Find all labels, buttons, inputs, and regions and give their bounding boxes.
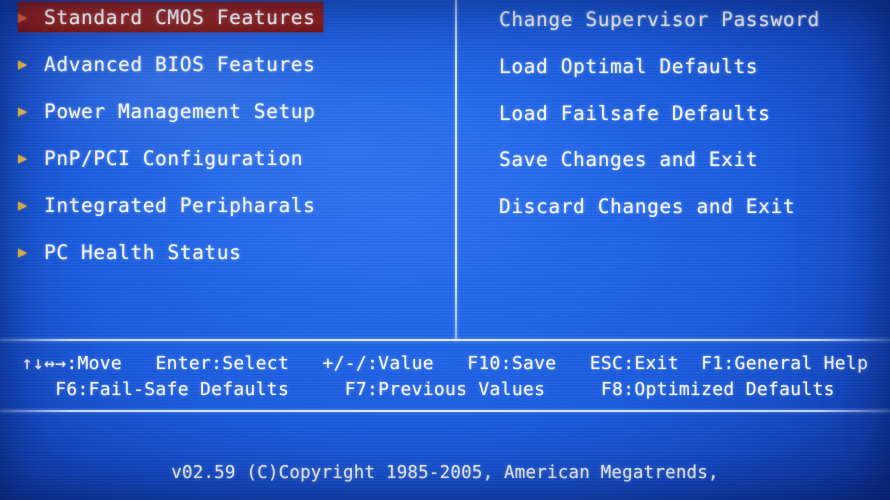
- menu-item-discard-changes-and-exit[interactable]: Discard Changes and Exit: [499, 191, 795, 221]
- menu-item-label: Standard CMOS Features: [44, 5, 316, 29]
- menu-item-load-optimal-defaults[interactable]: Load Optimal Defaults: [499, 51, 758, 81]
- help-line-defaults: F6:Fail-Safe Defaults F7:Previous Values…: [55, 379, 835, 400]
- menu-item-power-management-setup[interactable]: ▶ Power Management Setup: [18, 96, 315, 126]
- menu-item-label: Discard Changes and Exit: [499, 194, 796, 218]
- triangle-right-icon: ▶: [18, 7, 28, 26]
- triangle-right-icon: ▶: [18, 101, 28, 120]
- menu-item-label: PC Health Status: [44, 240, 242, 264]
- triangle-right-icon: ▶: [18, 148, 28, 167]
- menu-item-integrated-peripharals[interactable]: ▶ Integrated Peripharals: [18, 190, 315, 220]
- menu-item-pc-health-status[interactable]: ▶ PC Health Status: [18, 237, 241, 267]
- triangle-right-icon: ▶: [18, 242, 28, 261]
- menu-item-standard-cmos-features[interactable]: ▶ Standard CMOS Features: [18, 2, 324, 32]
- menu-item-load-failsafe-defaults[interactable]: Load Failsafe Defaults: [499, 98, 770, 128]
- menu-item-change-supervisor-password[interactable]: Change Supervisor Password: [499, 4, 820, 34]
- horizontal-divider-below-help: [0, 410, 890, 412]
- menu-item-label: Integrated Peripharals: [44, 193, 316, 217]
- triangle-right-icon: ▶: [18, 195, 28, 214]
- vertical-column-divider: [455, 0, 457, 340]
- menu-item-label: Save Changes and Exit: [499, 147, 759, 171]
- menu-item-label: Change Supervisor Password: [499, 7, 820, 31]
- bios-content: ▶ Standard CMOS Features ▶ Advanced BIOS…: [0, 0, 890, 500]
- menu-item-label: Advanced BIOS Features: [44, 52, 316, 76]
- bios-setup-screen: ▶ Standard CMOS Features ▶ Advanced BIOS…: [0, 0, 890, 500]
- copyright-notice: v02.59 (C)Copyright 1985-2005, American …: [171, 463, 719, 483]
- menu-item-advanced-bios-features[interactable]: ▶ Advanced BIOS Features: [18, 49, 315, 79]
- horizontal-divider-above-help: [0, 339, 890, 341]
- menu-item-save-changes-and-exit[interactable]: Save Changes and Exit: [499, 144, 758, 174]
- menu-item-label: Load Optimal Defaults: [499, 54, 759, 78]
- triangle-right-icon: ▶: [18, 54, 28, 73]
- menu-item-pnp-pci-configuration[interactable]: ▶ PnP/PCI Configuration: [18, 143, 303, 173]
- menu-item-label: Load Failsafe Defaults: [499, 101, 771, 125]
- help-line-navigation: ↑↓↔→:Move Enter:Select +/-/:Value F10:Sa…: [21, 353, 869, 374]
- menu-item-label: Power Management Setup: [44, 99, 316, 123]
- menu-item-label: PnP/PCI Configuration: [44, 146, 304, 170]
